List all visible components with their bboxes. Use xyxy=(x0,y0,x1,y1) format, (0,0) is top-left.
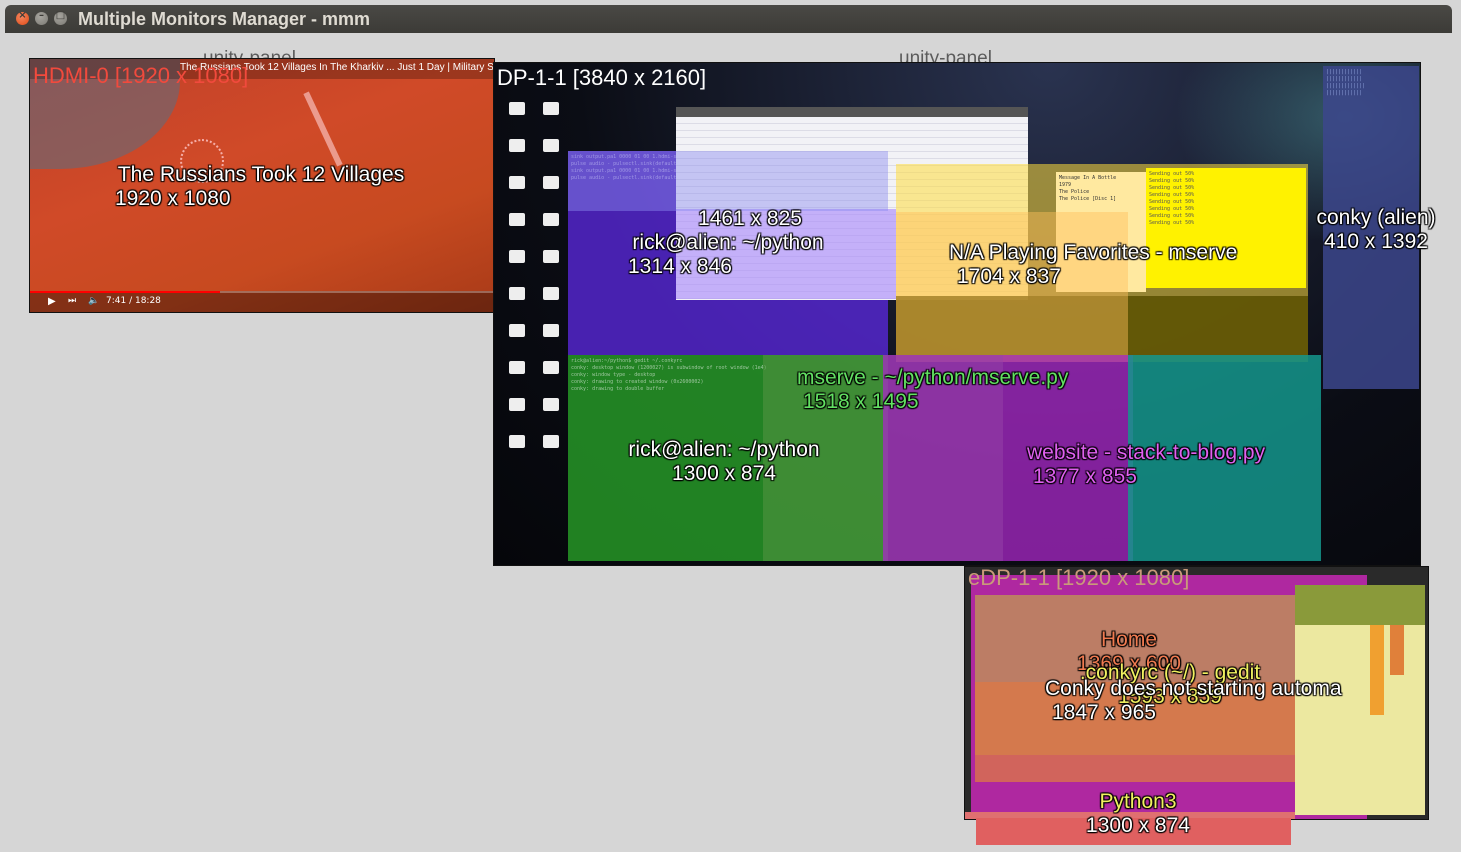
desktop-icon[interactable] xyxy=(543,139,559,152)
gauge-bar xyxy=(1370,625,1384,715)
monitor-layout-canvas: unity-panel unity-panel unity-panel The … xyxy=(5,33,1452,845)
window-label-conky: conky (alien) 410 x 1392 xyxy=(1307,206,1445,254)
progress-track[interactable] xyxy=(30,291,494,293)
window-label-conky-q: Conky does not starting automa 1847 x 96… xyxy=(1045,677,1365,725)
window-size-text: 1314 x 846 xyxy=(628,255,732,278)
desktop-icon[interactable] xyxy=(509,324,525,337)
close-icon: × xyxy=(18,10,27,21)
window-size-text: 1518 x 1495 xyxy=(803,390,919,413)
window-size-text: 1300 x 874 xyxy=(1086,814,1190,837)
volume-icon[interactable]: 🔈 xyxy=(88,296,99,306)
window-title: Multiple Monitors Manager - mmm xyxy=(78,9,371,29)
window-title-text: conky (alien) xyxy=(1316,206,1436,229)
window-title-text: N/A Playing Favorites - mserve xyxy=(949,241,1238,264)
desktop-icon[interactable] xyxy=(509,139,525,152)
desktop-icon[interactable] xyxy=(543,324,559,337)
maximize-button[interactable]: □ xyxy=(54,10,67,25)
desktop-icon[interactable] xyxy=(543,102,559,115)
minimize-icon: – xyxy=(39,10,44,21)
gauge-bar xyxy=(1390,625,1404,675)
desktop-icon[interactable] xyxy=(509,176,525,189)
window-label-website: website - stack-to-blog.py 1377 x 855 xyxy=(1027,441,1297,489)
desktop-icon[interactable] xyxy=(509,102,525,115)
window-size-text: 410 x 1392 xyxy=(1324,230,1428,253)
window-overlay-blue xyxy=(568,151,888,211)
window-title-text: website - stack-to-blog.py xyxy=(1027,441,1266,464)
window-title-text: The Russians Took 12 Villages xyxy=(117,163,405,186)
desktop-icon[interactable] xyxy=(543,287,559,300)
window-titlebar xyxy=(676,107,1028,117)
desktop-icon[interactable] xyxy=(543,361,559,374)
mserve-rows: Sending out 50% Sending out 50% Sending … xyxy=(1149,171,1195,226)
window-label-python3: Python3 1300 x 874 xyxy=(1073,790,1203,838)
window-label-mserve: N/A Playing Favorites - mserve 1704 x 83… xyxy=(949,241,1269,289)
song-text: Message In A Bottle 1979 The Police The … xyxy=(1059,175,1117,202)
desktop-icon[interactable] xyxy=(543,435,559,448)
monitor-label: DP-1-1 [3840 x 2160] xyxy=(497,65,707,90)
desktop-icon[interactable] xyxy=(543,398,559,411)
window-title-text: Conky does not starting automa xyxy=(1045,677,1342,700)
desktop-icon[interactable] xyxy=(509,398,525,411)
desktop-icon[interactable] xyxy=(509,361,525,374)
window-titlebar: × – □ Multiple Monitors Manager - mmm xyxy=(5,5,1452,33)
window-title-text: rick@alien: ~/python xyxy=(628,438,820,461)
maximize-icon: □ xyxy=(55,10,66,21)
window-label-mserve-py: mserve - ~/python/mserve.py 1518 x 1495 xyxy=(797,366,1107,414)
video-time: 7:41 / 18:28 xyxy=(106,296,161,306)
window-label-terminal-2: rick@alien: ~/python 1300 x 874 xyxy=(619,438,829,486)
minimize-button[interactable]: – xyxy=(35,10,48,25)
desktop-icon[interactable] xyxy=(509,213,525,226)
desktop-icon[interactable] xyxy=(543,250,559,263)
desktop-icon[interactable] xyxy=(509,435,525,448)
window-label-video: The Russians Took 12 Villages 1920 x 108… xyxy=(109,163,413,211)
video-controls[interactable]: ▶ ⏭ 🔈 7:41 / 18:28 xyxy=(30,291,494,312)
window-size-text: 1300 x 874 xyxy=(672,462,776,485)
window-label-1461: 1461 x 825 xyxy=(685,207,815,231)
window-size-text: 1377 x 855 xyxy=(1033,465,1137,488)
desktop-icon[interactable] xyxy=(509,250,525,263)
browser-header xyxy=(1295,585,1425,625)
window-title-text: Home xyxy=(1100,628,1158,651)
window-size-text: 1461 x 825 xyxy=(698,207,802,230)
window-title-text: rick@alien: ~/python xyxy=(632,231,824,254)
window-title-text: Python3 xyxy=(1099,790,1177,813)
window-label-terminal: rick@alien: ~/python 1314 x 846 xyxy=(617,231,839,279)
play-icon[interactable]: ▶ xyxy=(48,296,56,307)
desktop-icon[interactable] xyxy=(543,176,559,189)
window-size-text: 1847 x 965 xyxy=(1052,701,1156,724)
window-title-text: mserve - ~/python/mserve.py xyxy=(797,366,1069,389)
progress-fill xyxy=(30,291,221,293)
desktop-icon[interactable] xyxy=(509,287,525,300)
monitor-label: eDP-1-1 [1920 x 1080] xyxy=(968,566,1190,590)
next-icon[interactable]: ⏭ xyxy=(68,296,76,306)
monitor-label: HDMI-0 [1920 x 1080] xyxy=(33,63,249,88)
desktop-icons xyxy=(499,93,569,463)
desktop-icon[interactable] xyxy=(543,213,559,226)
conky-text: |||||||||||| |||||||||||| ||||||||||||| … xyxy=(1326,69,1366,96)
window-size-text: 1704 x 837 xyxy=(957,265,1061,288)
close-button[interactable]: × xyxy=(16,10,29,25)
window-size-text: 1920 x 1080 xyxy=(115,187,231,210)
